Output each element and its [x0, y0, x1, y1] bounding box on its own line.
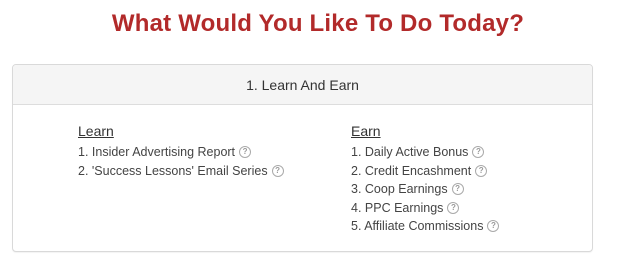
earn-item-credit-encashment: 2. Credit Encashment ? — [351, 162, 499, 181]
earn-item-label[interactable]: 2. Credit Encashment — [351, 162, 471, 181]
learn-heading: Learn — [78, 123, 114, 139]
earn-item-label[interactable]: 3. Coop Earnings — [351, 180, 448, 199]
earn-item-label[interactable]: 1. Daily Active Bonus — [351, 143, 468, 162]
earn-column: Earn 1. Daily Active Bonus ? 2. Credit E… — [351, 123, 500, 236]
learn-column: Learn 1. Insider Advertising Report ? 2.… — [78, 123, 284, 180]
panel-heading: 1. Learn And Earn — [13, 65, 592, 105]
question-circle-icon[interactable]: ? — [451, 183, 464, 196]
earn-item-affiliate-commissions: 5. Affiliate Commissions ? — [351, 217, 500, 236]
earn-item-ppc-earnings: 4. PPC Earnings ? — [351, 199, 499, 218]
earn-item-daily-active-bonus: 1. Daily Active Bonus ? — [351, 143, 499, 162]
earn-list: 1. Daily Active Bonus ? 2. Credit Encash… — [351, 143, 500, 236]
learn-and-earn-panel: 1. Learn And Earn Learn 1. Insider Adver… — [12, 64, 593, 252]
learn-item-label[interactable]: 1. Insider Advertising Report — [78, 143, 235, 162]
question-circle-icon[interactable]: ? — [447, 201, 460, 214]
question-circle-icon[interactable]: ? — [271, 164, 284, 177]
earn-item-label[interactable]: 5. Affiliate Commissions — [351, 217, 483, 236]
learn-item-success-lessons: 2. 'Success Lessons' Email Series ? — [78, 162, 284, 181]
question-circle-icon[interactable]: ? — [487, 220, 500, 233]
page-title: What Would You Like To Do Today? — [111, 10, 525, 37]
question-circle-icon[interactable]: ? — [472, 146, 485, 159]
question-circle-icon[interactable]: ? — [475, 164, 488, 177]
earn-item-label[interactable]: 4. PPC Earnings — [351, 199, 443, 218]
learn-item-insider-advertising-report: 1. Insider Advertising Report ? — [78, 143, 284, 162]
earn-item-coop-earnings: 3. Coop Earnings ? — [351, 180, 499, 199]
earn-heading: Earn — [351, 123, 381, 139]
learn-item-label[interactable]: 2. 'Success Lessons' Email Series — [78, 162, 268, 181]
learn-list: 1. Insider Advertising Report ? 2. 'Succ… — [78, 143, 284, 180]
question-circle-icon[interactable]: ? — [239, 146, 252, 159]
